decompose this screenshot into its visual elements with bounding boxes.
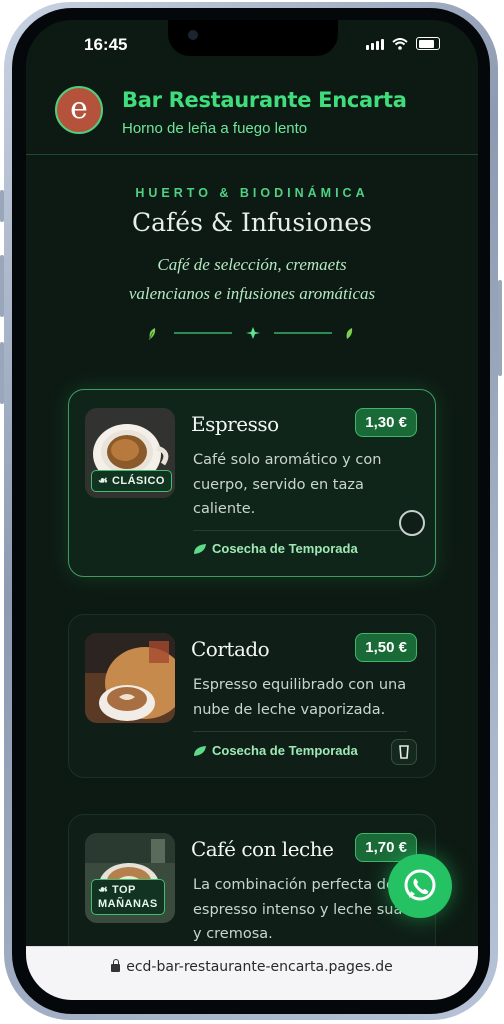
- ornamental-divider: [148, 327, 353, 341]
- whatsapp-icon: [404, 869, 436, 901]
- whatsapp-button[interactable]: [388, 854, 452, 918]
- season-tag: Cosecha de Temporada: [193, 743, 358, 758]
- card-divider: [193, 530, 407, 531]
- wifi-icon: [392, 38, 408, 50]
- volume-up-button: [0, 255, 4, 317]
- browser-url-bar[interactable]: ecd-bar-restaurante-encarta.pages.de: [26, 946, 478, 1000]
- status-time: 16:45: [84, 35, 128, 54]
- cup-icon[interactable]: [391, 739, 417, 765]
- season-label: Cosecha de Temporada: [212, 743, 358, 758]
- price-badge: 1,30 €: [355, 408, 417, 437]
- power-button: [498, 280, 502, 376]
- battery-icon: [416, 37, 440, 50]
- item-name: Cortado: [191, 637, 270, 661]
- action-button: [0, 190, 4, 222]
- leaf-icon: [194, 745, 206, 756]
- item-description: Espresso equilibrado con una nube de lec…: [193, 677, 407, 718]
- signal-icon: [366, 39, 384, 50]
- leaf-icon: [346, 328, 353, 339]
- sprout-icon: ☙: [98, 884, 109, 896]
- brand-tagline: Horno de leña a fuego lento: [122, 120, 308, 137]
- item-description: Café solo aromático y con cuerpo, servid…: [193, 452, 382, 517]
- badge-clasico: ☙ CLÁSICO: [91, 470, 172, 492]
- cortado-photo: [85, 633, 175, 723]
- badge-label: CLÁSICO: [111, 475, 165, 487]
- section-eyebrow: HUERTO & BIODINÁMICA: [135, 186, 369, 200]
- url-text: ecd-bar-restaurante-encarta.pages.de: [126, 959, 393, 975]
- leaf-icon: [194, 543, 206, 554]
- section-subtitle-line: valencianos e infusiones aromáticas: [128, 284, 376, 303]
- cafe-con-leche-photo: ☙ TOP MAÑANAS: [85, 833, 175, 923]
- leaf-icon: [148, 328, 156, 341]
- lock-icon: [111, 959, 121, 972]
- site-header: e Bar Restaurante Encarta Horno de leña …: [26, 78, 478, 155]
- espresso-photo: ☙ CLÁSICO: [85, 408, 175, 498]
- badge-label: MAÑANAS: [98, 898, 158, 910]
- badge-top-mananas: ☙ TOP MAÑANAS: [91, 879, 165, 915]
- sprout-icon: ☙: [98, 475, 109, 487]
- status-bar: 16:45: [26, 20, 478, 72]
- sparkle-icon: [246, 327, 260, 339]
- screen: 16:45 e Bar Restaurante Encarta Horno de…: [26, 20, 478, 1000]
- volume-down-button: [0, 342, 4, 404]
- item-name: Café con leche: [191, 837, 334, 861]
- brand-name[interactable]: Bar Restaurante Encarta: [122, 88, 407, 112]
- price-badge: 1,50 €: [355, 633, 417, 662]
- section-subtitle: Café de selección, cremaets valencianos …: [96, 250, 408, 308]
- select-toggle-button[interactable]: [399, 510, 425, 536]
- section-subtitle-line: Café de selección, cremaets: [157, 255, 347, 274]
- season-label: Cosecha de Temporada: [212, 541, 358, 556]
- card-divider: [193, 731, 407, 732]
- menu-item-card-espresso[interactable]: ☙ CLÁSICO Espresso 1,30 € Café solo arom…: [68, 389, 436, 577]
- item-name: Espresso: [191, 412, 279, 436]
- front-camera: [188, 30, 198, 40]
- section-title: Cafés & Infusiones: [132, 208, 372, 237]
- restaurant-logo[interactable]: e: [55, 86, 103, 134]
- badge-label: TOP: [111, 884, 136, 896]
- menu-item-card-cortado[interactable]: Cortado 1,50 € Espresso equilibrado con …: [68, 614, 436, 778]
- season-tag: Cosecha de Temporada: [193, 541, 358, 556]
